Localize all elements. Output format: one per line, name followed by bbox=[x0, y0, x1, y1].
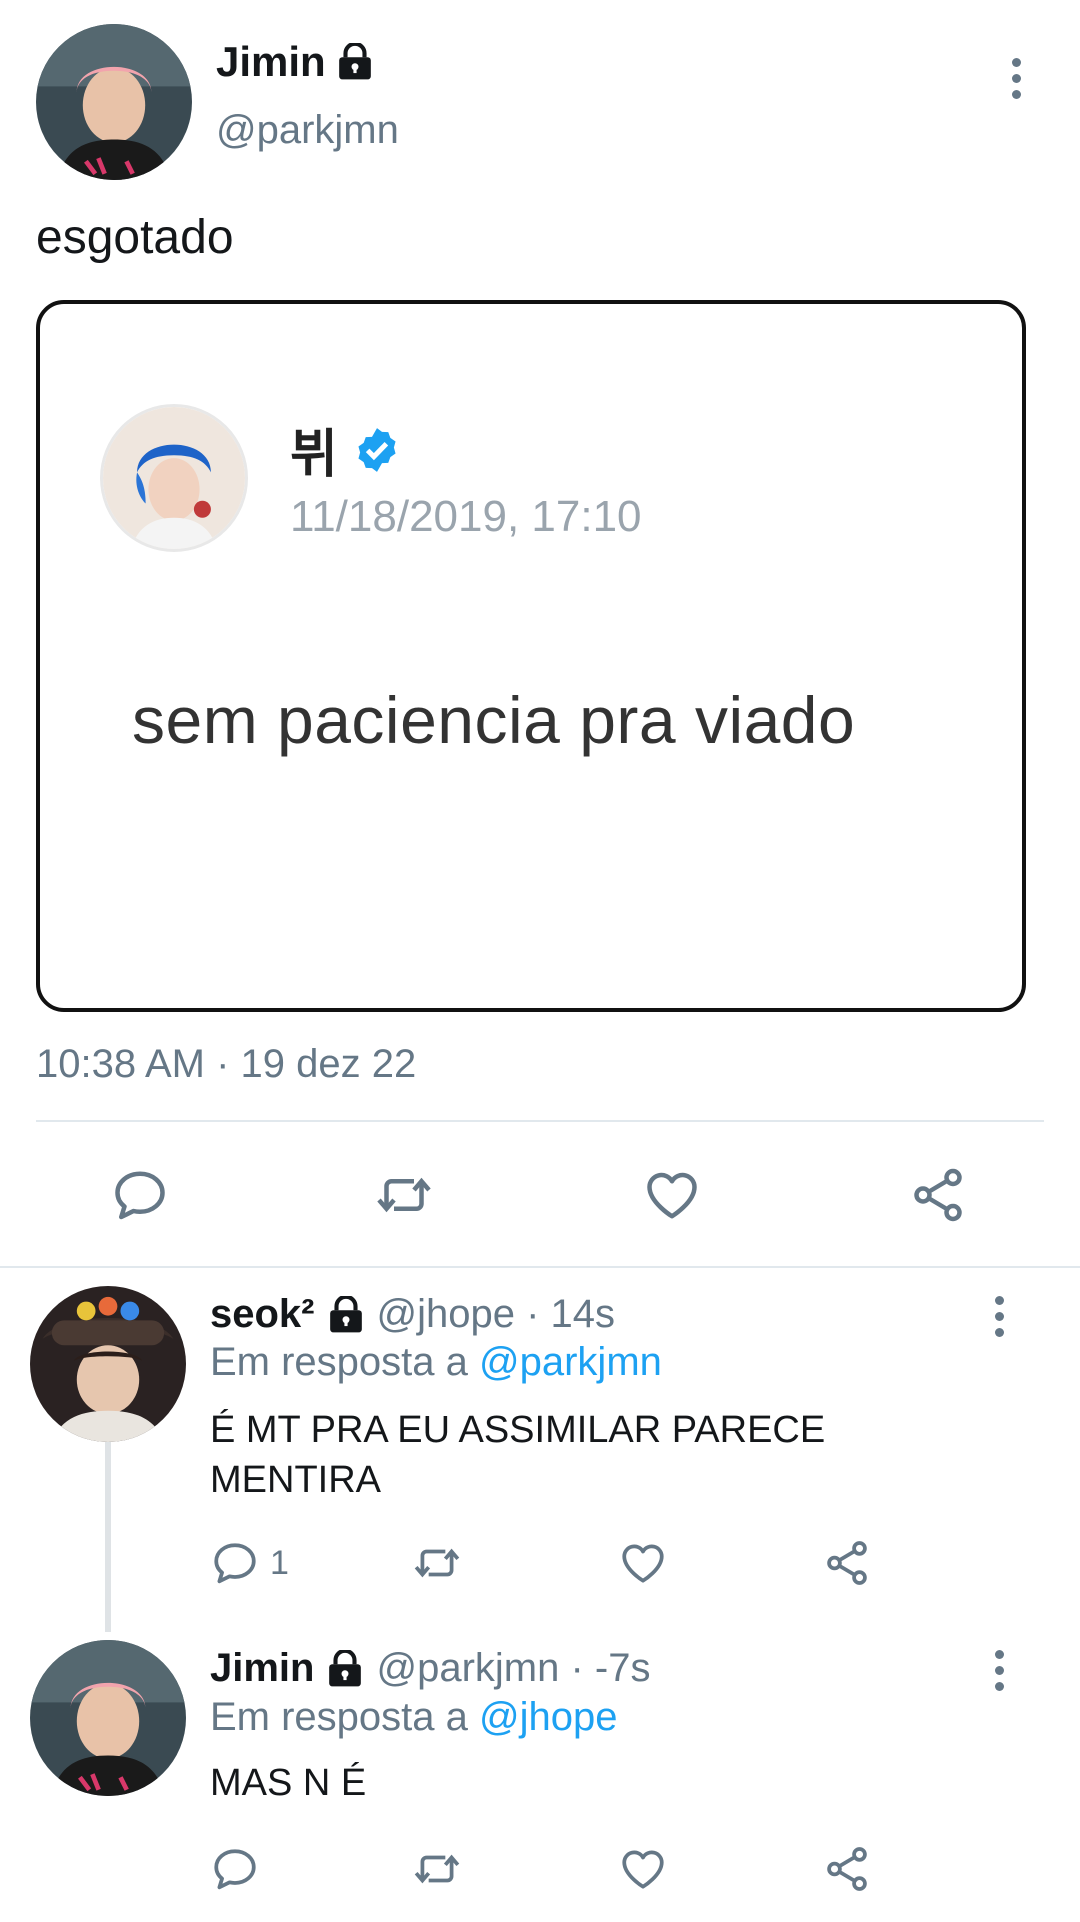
retweet-icon bbox=[410, 1844, 464, 1894]
reply-text: É MT PRA EU ASSIMILAR PARECE MENTIRA bbox=[210, 1409, 826, 1501]
reply-prefix: Em resposta a bbox=[210, 1340, 468, 1384]
author-name[interactable]: Jimin bbox=[216, 38, 326, 86]
reply-icon bbox=[110, 1165, 170, 1225]
reply-count: 1 bbox=[270, 1543, 289, 1582]
share-icon bbox=[908, 1165, 968, 1225]
avatar-seok[interactable] bbox=[30, 1286, 186, 1442]
more-options-button[interactable] bbox=[992, 1650, 1006, 1698]
reply-context: Em resposta a @jhope bbox=[210, 1695, 618, 1740]
author-name-row: Jimin bbox=[216, 38, 374, 86]
avatar-jimin[interactable] bbox=[30, 1640, 186, 1796]
like-button[interactable] bbox=[642, 1165, 702, 1225]
retweet-icon bbox=[372, 1165, 436, 1225]
reply-handle-time[interactable]: @jhope · 14s bbox=[377, 1292, 616, 1337]
author-handle[interactable]: @parkjmn bbox=[216, 108, 399, 153]
verified-icon bbox=[358, 427, 396, 472]
reply-text: MAS N É bbox=[210, 1762, 367, 1804]
reply-mention-link[interactable]: @jhope bbox=[479, 1695, 617, 1739]
embedded-text: sem paciencia pra viado bbox=[132, 683, 856, 757]
heart-icon bbox=[618, 1538, 668, 1588]
heart-icon bbox=[618, 1844, 668, 1894]
embedded-date: 11/18/2019, 17:10 bbox=[290, 492, 642, 541]
tweet-media-image[interactable]: 뷔 11/18/2019, 17:10 sem paciencia pra vi… bbox=[36, 300, 1026, 1012]
avatar-jimin[interactable] bbox=[36, 24, 192, 180]
tweet-timestamp[interactable]: 10:38 AM · 19 dez 22 bbox=[36, 1042, 416, 1087]
reply-mention-link[interactable]: @parkjmn bbox=[479, 1340, 662, 1384]
lock-icon bbox=[336, 43, 374, 81]
share-icon bbox=[822, 1844, 872, 1894]
reply-header: seok² @jhope · 14s bbox=[210, 1292, 615, 1337]
reply-button[interactable] bbox=[210, 1844, 260, 1894]
more-vertical-icon bbox=[994, 1296, 1004, 1305]
like-button[interactable] bbox=[618, 1538, 668, 1588]
reply-header: Jimin @parkjmn · -7s bbox=[210, 1646, 650, 1691]
heart-icon bbox=[642, 1165, 702, 1225]
thread-connector bbox=[105, 1442, 111, 1632]
like-button[interactable] bbox=[618, 1844, 668, 1894]
more-options-button[interactable] bbox=[1009, 58, 1023, 106]
reply-handle-time[interactable]: @parkjmn · -7s bbox=[376, 1646, 650, 1691]
reply-context: Em resposta a @parkjmn bbox=[210, 1340, 662, 1385]
more-vertical-icon bbox=[994, 1650, 1004, 1659]
share-icon bbox=[822, 1538, 872, 1588]
reply-icon bbox=[210, 1844, 260, 1894]
lock-icon bbox=[326, 1650, 364, 1688]
share-button[interactable] bbox=[822, 1538, 872, 1588]
embedded-avatar bbox=[100, 404, 248, 552]
more-options-button[interactable] bbox=[992, 1296, 1006, 1344]
reply-button[interactable] bbox=[110, 1165, 170, 1225]
share-button[interactable] bbox=[822, 1844, 872, 1894]
reply-author-name[interactable]: seok² bbox=[210, 1292, 315, 1337]
share-button[interactable] bbox=[908, 1165, 968, 1225]
embedded-name-row: 뷔 bbox=[290, 412, 402, 487]
retweet-button[interactable] bbox=[372, 1165, 436, 1225]
section-divider bbox=[0, 1266, 1080, 1268]
embedded-name: 뷔 bbox=[290, 426, 338, 484]
reply-prefix: Em resposta a bbox=[210, 1695, 468, 1739]
more-vertical-icon bbox=[1011, 58, 1021, 67]
reply-author-name[interactable]: Jimin bbox=[210, 1646, 314, 1691]
reply-icon bbox=[210, 1538, 260, 1588]
tweet-actions bbox=[0, 1160, 1080, 1230]
lock-icon bbox=[327, 1296, 365, 1334]
retweet-icon bbox=[410, 1538, 464, 1588]
tweet-text: esgotado bbox=[36, 211, 234, 264]
retweet-button[interactable] bbox=[410, 1844, 464, 1894]
reply-button[interactable]: 1 bbox=[210, 1538, 289, 1588]
retweet-button[interactable] bbox=[410, 1538, 464, 1588]
divider bbox=[36, 1120, 1044, 1122]
